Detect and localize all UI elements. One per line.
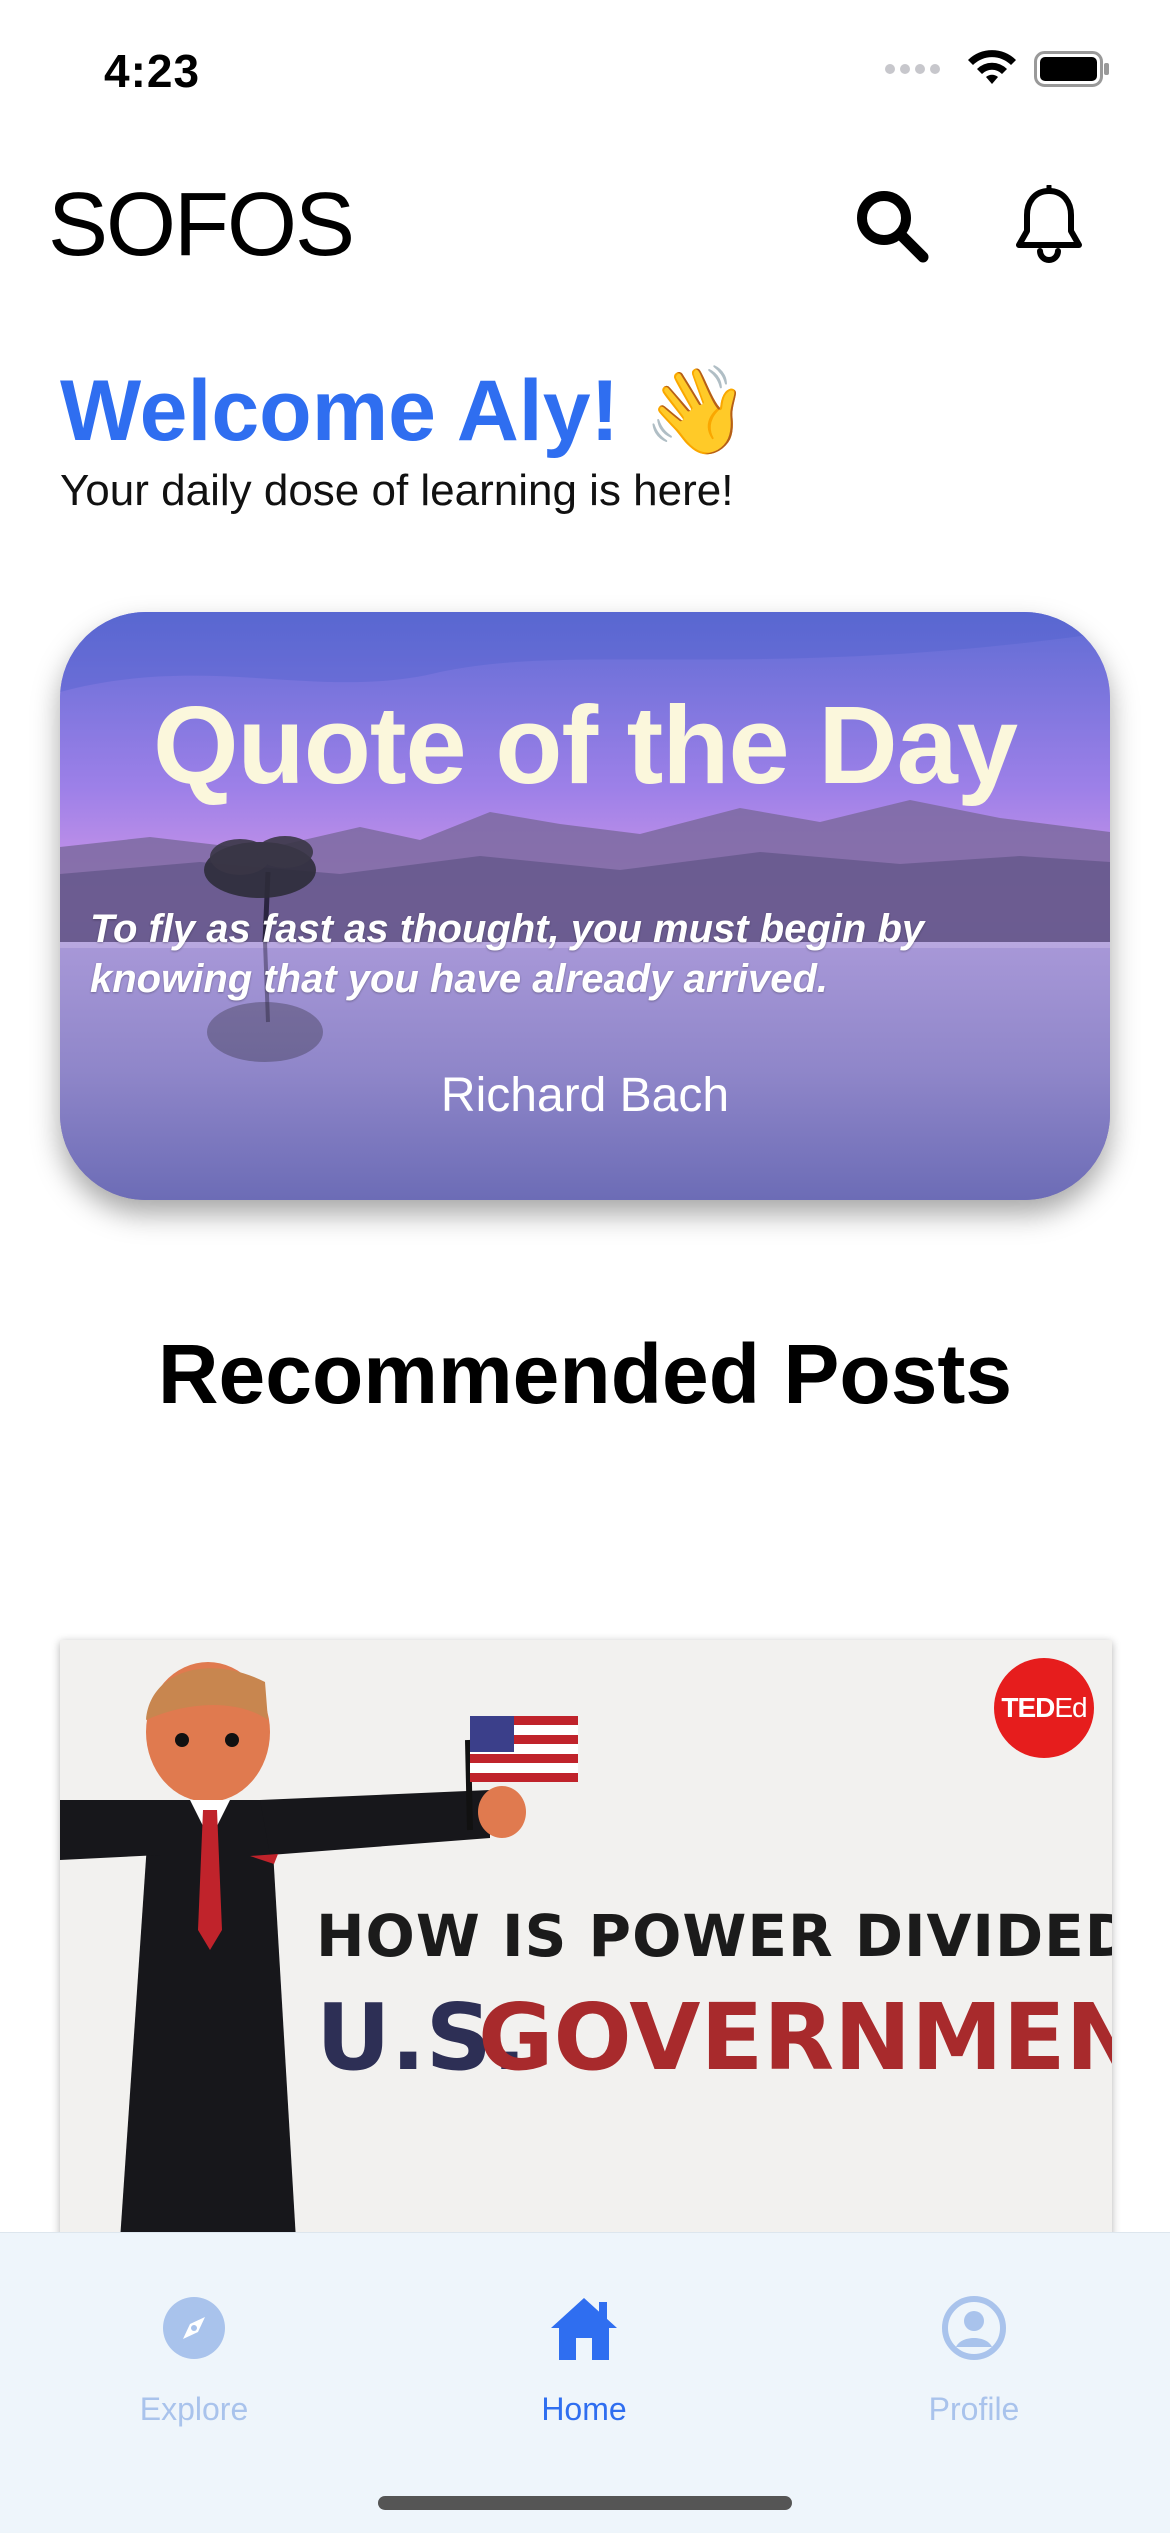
recommended-posts-title: Recommended Posts xyxy=(157,1327,1013,1421)
search-button[interactable] xyxy=(846,180,936,270)
quote-of-the-day-card[interactable]: Quote of the Day To fly as fast as thoug… xyxy=(60,612,1110,1200)
status-icons xyxy=(885,50,1110,88)
user-circle-icon xyxy=(942,2296,1006,2360)
notifications-button[interactable] xyxy=(1004,180,1094,270)
home-icon xyxy=(551,2298,617,2360)
app-logo: SOFOS xyxy=(48,175,355,275)
ted-badge-sub: Ed xyxy=(1054,1692,1087,1723)
tab-profile[interactable]: Profile xyxy=(824,2283,1124,2453)
quote-author: Richard Bach xyxy=(440,1069,730,1122)
compass-icon xyxy=(163,2297,225,2359)
cellular-signal-icon xyxy=(885,64,940,74)
search-icon xyxy=(857,191,929,263)
tab-home[interactable]: Home xyxy=(434,2283,734,2453)
post-title-line1: HOW IS POWER DIVIDED IN THE xyxy=(316,1902,1112,1970)
status-time: 4:23 xyxy=(104,45,201,97)
tab-explore-label: Explore xyxy=(139,2391,249,2427)
ted-badge-main: TED xyxy=(1001,1692,1055,1723)
wifi-icon xyxy=(968,50,1016,84)
battery-icon xyxy=(1034,51,1109,87)
ted-ed-badge: TED Ed xyxy=(994,1658,1094,1758)
bell-icon xyxy=(1016,185,1082,263)
app-header: SOFOS xyxy=(0,160,1170,280)
tab-profile-label: Profile xyxy=(928,2391,1020,2427)
home-indicator xyxy=(378,2496,792,2510)
tab-home-label: Home xyxy=(541,2391,627,2427)
status-bar: 4:23 xyxy=(0,0,1170,140)
welcome-subtitle: Your daily dose of learning is here! xyxy=(60,466,734,515)
recommended-post-card[interactable]: HOW IS POWER DIVIDED IN THE U.S. GOVERNM… xyxy=(60,1640,1112,2240)
tab-bar: Explore Home Profile xyxy=(0,2232,1170,2533)
post-title-government: GOVERNMENT? xyxy=(478,1984,1112,2091)
quote-text: To fly as fast as thought, you must begi… xyxy=(90,907,925,1001)
tab-explore[interactable]: Explore xyxy=(44,2283,344,2453)
quote-heading: Quote of the Day xyxy=(152,684,1018,807)
welcome-title: Welcome Aly! 👋 xyxy=(60,363,751,459)
